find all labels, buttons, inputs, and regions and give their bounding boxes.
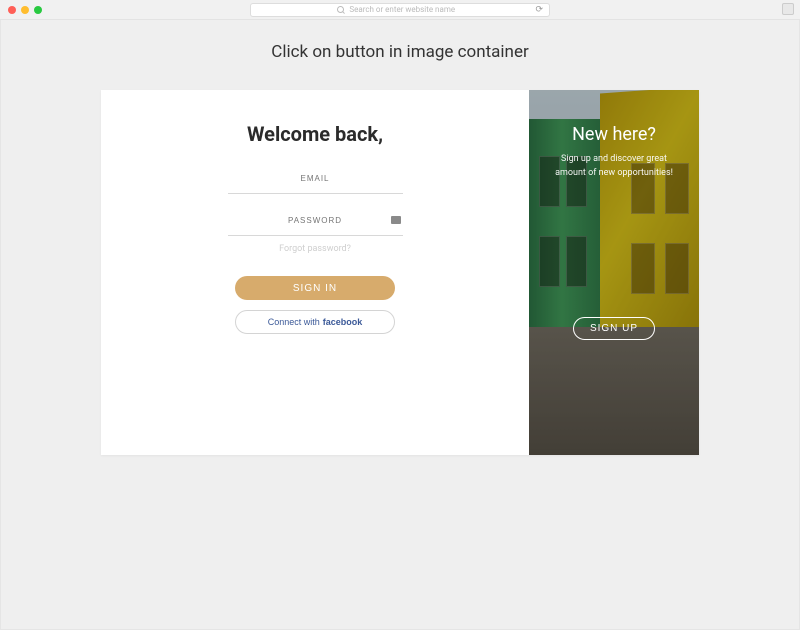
window-controls: [8, 6, 42, 14]
address-placeholder: Search or enter website name: [349, 5, 455, 14]
login-panel: Welcome back, Forgot password? SIGN IN C…: [101, 90, 529, 455]
signup-title: New here?: [572, 124, 656, 145]
address-bar[interactable]: Search or enter website name ⟳: [250, 3, 550, 17]
page-body: Click on button in image container Welco…: [0, 20, 800, 630]
keyboard-icon: [391, 216, 401, 224]
maximize-window-icon[interactable]: [34, 6, 42, 14]
signup-button[interactable]: SIGN UP: [573, 317, 655, 340]
signin-button[interactable]: SIGN IN: [235, 276, 395, 300]
email-field[interactable]: [228, 166, 403, 194]
forgot-password-link[interactable]: Forgot password?: [279, 244, 351, 254]
tab-overview-button[interactable]: [782, 3, 794, 15]
signup-subtitle: Sign up and discover great amount of new…: [555, 153, 673, 180]
signup-button-label: SIGN UP: [590, 323, 638, 334]
search-icon: [337, 6, 345, 14]
signin-button-label: SIGN IN: [293, 283, 337, 294]
reload-icon[interactable]: ⟳: [535, 5, 543, 15]
signup-panel: New here? Sign up and discover great amo…: [541, 90, 687, 455]
connect-brand: facebook: [323, 317, 363, 327]
login-title: Welcome back,: [247, 122, 383, 146]
connect-prefix: Connect with: [268, 317, 320, 327]
close-window-icon[interactable]: [8, 6, 16, 14]
password-field-wrap: [228, 208, 403, 244]
auth-card: Welcome back, Forgot password? SIGN IN C…: [101, 90, 699, 455]
connect-facebook-button[interactable]: Connect with facebook: [235, 310, 395, 334]
browser-titlebar: Search or enter website name ⟳: [0, 0, 800, 20]
image-container: New here? Sign up and discover great amo…: [529, 90, 699, 455]
password-field[interactable]: [228, 208, 403, 236]
minimize-window-icon[interactable]: [21, 6, 29, 14]
instruction-text: Click on button in image container: [271, 42, 528, 62]
